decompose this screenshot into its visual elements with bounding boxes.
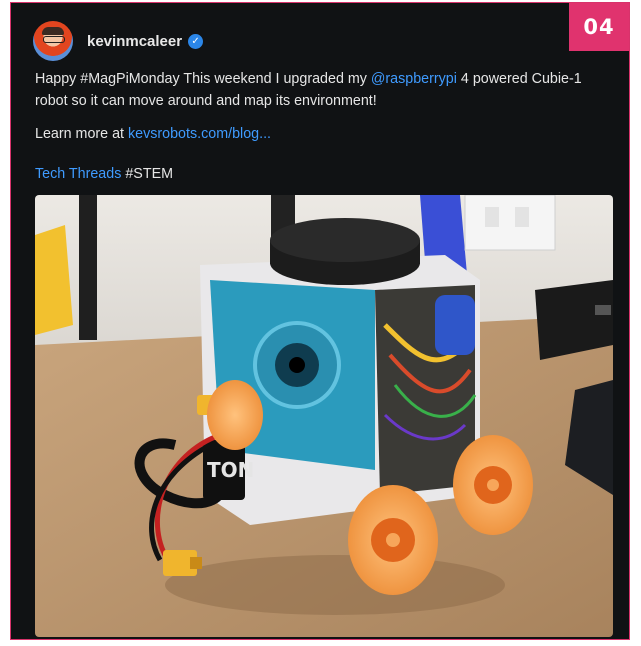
badge-number: 04 [583, 15, 615, 39]
blog-link[interactable]: kevsrobots.com/blog... [128, 126, 271, 142]
avatar-hair-shape [42, 27, 64, 35]
robot-label: TON [207, 458, 254, 482]
tech-threads-link[interactable]: Tech Threads [35, 166, 121, 182]
learn-more-text: Learn more at [35, 126, 128, 142]
verified-check: ✓ [191, 35, 200, 47]
post-card: 04 kevinmcaleer ✓ Happy #MagPiMonday Thi… [10, 2, 630, 640]
post-text-paragraph: Happy #MagPiMonday This weekend I upgrad… [35, 68, 609, 112]
post-tags: Tech Threads #STEM [35, 163, 609, 185]
mention-link[interactable]: @raspberrypi [371, 71, 457, 87]
post-header: kevinmcaleer ✓ [33, 19, 204, 63]
robot-photo-illustration: TON [35, 195, 613, 637]
username[interactable]: kevinmcaleer [87, 33, 182, 50]
page-number-badge: 04 [569, 3, 629, 51]
stem-hashtag[interactable]: #STEM [121, 166, 173, 182]
post-photo[interactable]: TON [35, 195, 613, 637]
verified-icon: ✓ [188, 33, 204, 49]
avatar-glasses-shape [43, 36, 65, 43]
post-learn-more: Learn more at kevsrobots.com/blog... [35, 123, 609, 145]
avatar[interactable] [33, 21, 73, 61]
post-text: Happy #MagPiMonday This weekend I upgrad… [35, 71, 371, 87]
